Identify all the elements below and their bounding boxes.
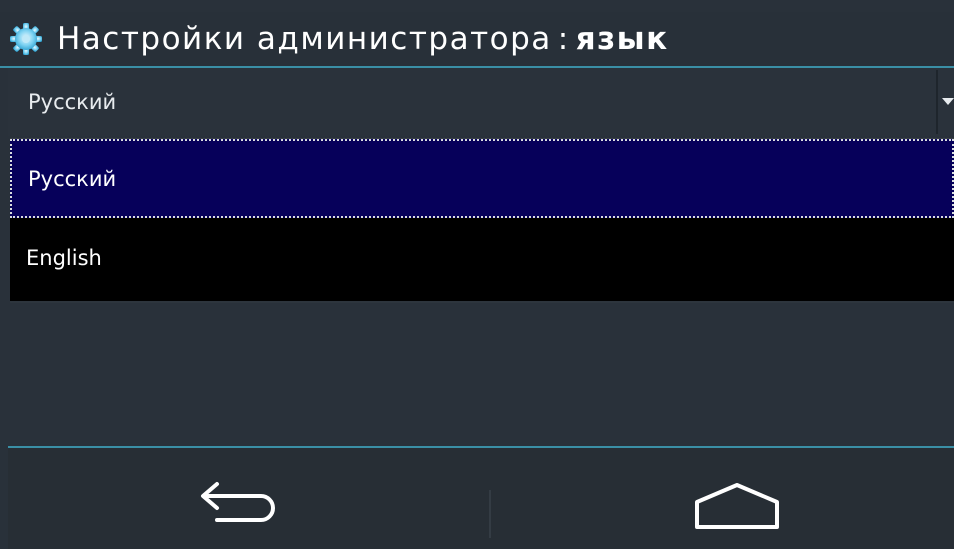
option-label: Русский (28, 166, 117, 191)
option-label: English (26, 245, 102, 270)
option-english[interactable]: English (10, 218, 954, 297)
gear-icon (9, 22, 43, 56)
nav-divider (489, 490, 491, 538)
screen: Настройки администратора: язык Русский Ру… (0, 0, 954, 549)
title-bar: Настройки администратора: язык (0, 12, 954, 68)
title-sub: язык (575, 21, 669, 57)
language-dropdown: Русский English (10, 138, 954, 303)
title-separator: : (557, 21, 570, 57)
select-divider (936, 70, 938, 134)
language-select[interactable]: Русский (8, 68, 954, 136)
page-title: Настройки администратора: язык (57, 21, 669, 57)
home-icon[interactable] (694, 482, 780, 530)
chevron-down-icon[interactable] (942, 98, 954, 105)
option-russian[interactable]: Русский (10, 139, 954, 218)
language-select-value: Русский (28, 90, 117, 114)
title-main: Настройки администратора (57, 21, 552, 57)
back-arrow-icon[interactable] (191, 478, 283, 526)
navigation-bar (8, 446, 954, 549)
